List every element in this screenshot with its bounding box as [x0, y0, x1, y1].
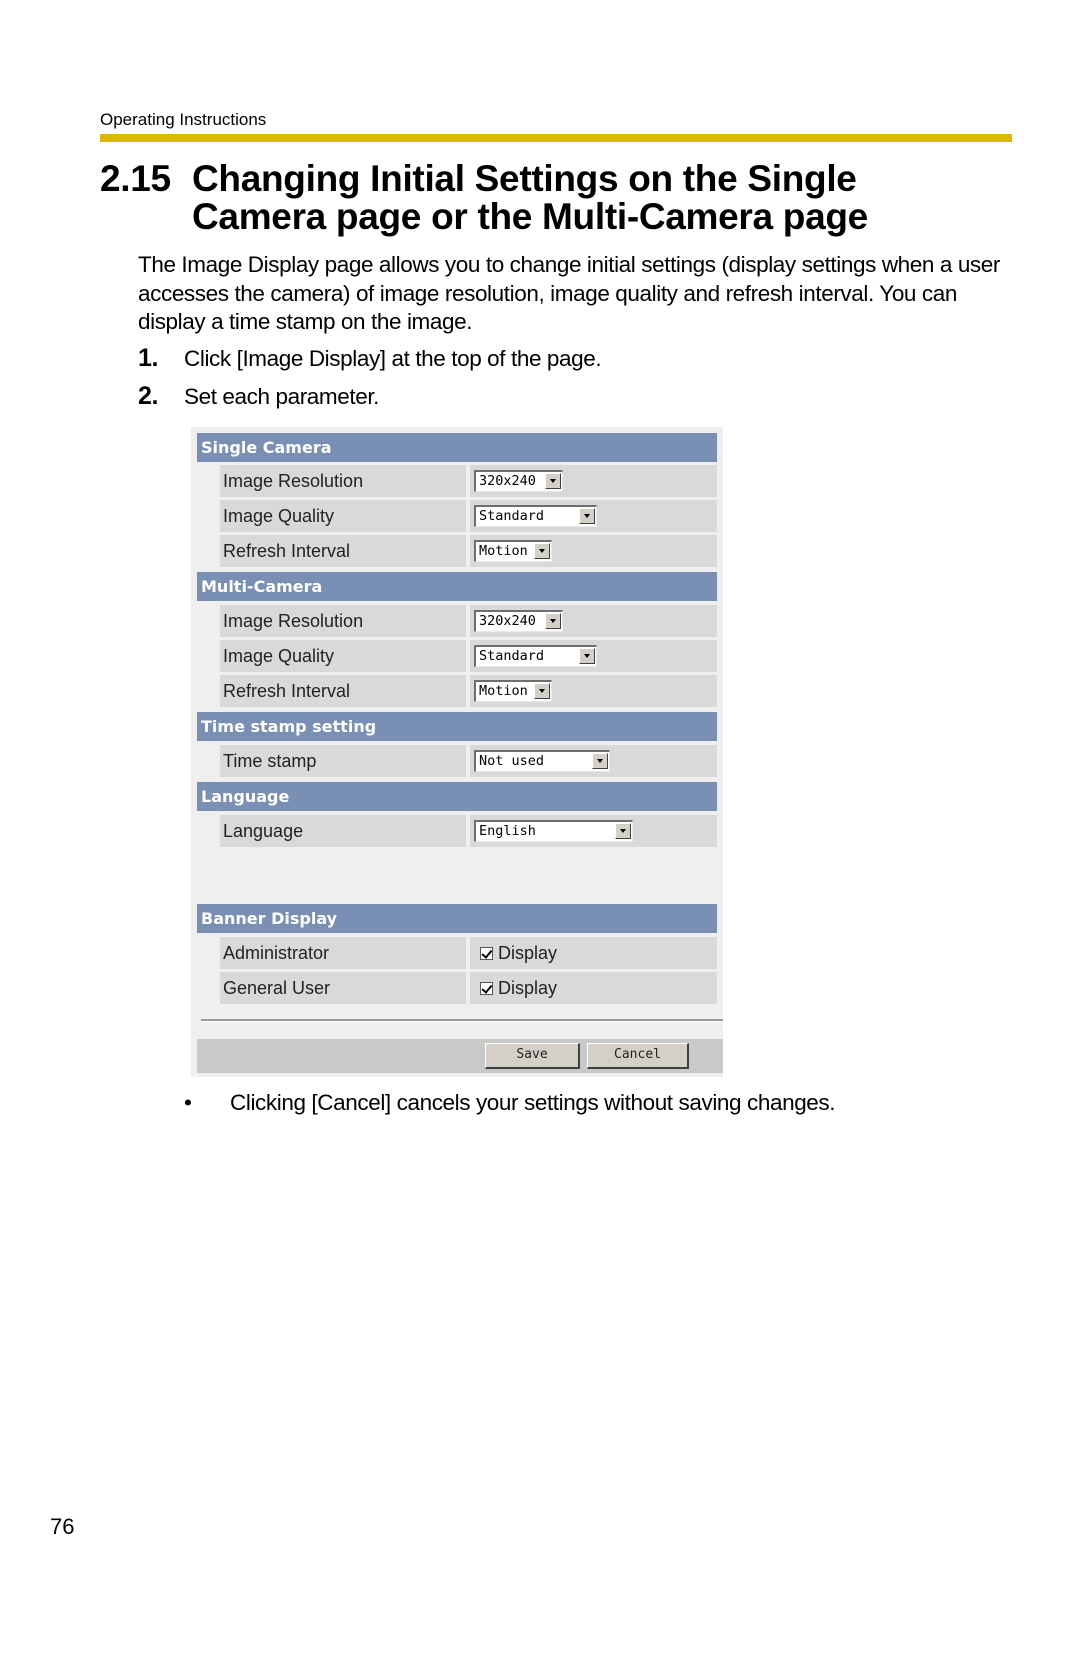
row-single-refresh-interval: Refresh Interval Motion — [220, 535, 717, 567]
field-label: Refresh Interval — [220, 535, 466, 567]
cancel-button[interactable]: Cancel — [587, 1043, 689, 1069]
multi-image-quality-select[interactable]: Standard — [474, 645, 597, 667]
row-multi-image-resolution: Image Resolution 320x240 — [220, 605, 717, 637]
section-header-single-camera: Single Camera — [197, 433, 717, 462]
save-button[interactable]: Save — [485, 1043, 580, 1069]
field-label: Language — [220, 815, 466, 847]
step-number: 2. — [138, 382, 159, 410]
field-label: Refresh Interval — [220, 675, 466, 707]
chevron-down-icon[interactable] — [579, 648, 595, 664]
step-number: 1. — [138, 344, 159, 372]
select-value: Motion — [479, 543, 528, 559]
chevron-down-icon[interactable] — [615, 823, 631, 839]
form-divider — [201, 1019, 723, 1022]
header-accent-bar — [100, 134, 1012, 142]
chevron-down-icon[interactable] — [534, 683, 550, 699]
section-title-line-1: Changing Initial Settings on the Single — [192, 158, 857, 199]
select-value: Motion — [479, 683, 528, 699]
step-text: Set each parameter. — [184, 384, 380, 409]
settings-screenshot-panel: Single Camera Image Resolution 320x240 I… — [191, 427, 723, 1077]
multi-refresh-interval-select[interactable]: Motion — [474, 680, 552, 702]
section-header-multi-camera: Multi-Camera — [197, 572, 717, 601]
checkbox-checked-icon[interactable] — [480, 947, 493, 960]
checkbox-label: Display — [498, 943, 558, 963]
section-number: 2.15 — [100, 158, 171, 199]
select-value: Standard — [479, 508, 545, 524]
row-single-image-resolution: Image Resolution 320x240 — [220, 465, 717, 497]
single-image-quality-select[interactable]: Standard — [474, 505, 597, 527]
section-header-language: Language — [197, 782, 717, 811]
field-label: Image Resolution — [220, 605, 466, 637]
row-banner-administrator: Administrator Display — [220, 937, 717, 969]
chevron-down-icon[interactable] — [579, 508, 595, 524]
running-head: Operating Instructions — [100, 110, 267, 129]
row-multi-refresh-interval: Refresh Interval Motion — [220, 675, 717, 707]
select-value: Standard — [479, 648, 545, 664]
note-text: Clicking [Cancel] cancels your settings … — [230, 1090, 836, 1115]
field-label: Image Quality — [220, 500, 466, 532]
select-value: Not used — [479, 753, 545, 769]
row-single-image-quality: Image Quality Standard — [220, 500, 717, 532]
section-header-time-stamp: Time stamp setting — [197, 712, 717, 741]
step-2: 2. Set each parameter. — [138, 382, 379, 411]
select-value: 320x240 — [479, 473, 536, 489]
section-title-line-2: Camera page or the Multi-Camera page — [192, 196, 868, 237]
step-text: Click [Image Display] at the top of the … — [184, 346, 602, 371]
note-bullet-item: • Clicking [Cancel] cancels your settings… — [184, 1090, 836, 1116]
step-1: 1. Click [Image Display] at the top of th… — [138, 344, 602, 373]
row-language: Language English — [220, 815, 717, 847]
row-banner-general-user: General User Display — [220, 972, 717, 1004]
field-label: Image Resolution — [220, 465, 466, 497]
language-select[interactable]: English — [474, 820, 633, 842]
multi-image-resolution-select[interactable]: 320x240 — [474, 610, 563, 632]
chevron-down-icon[interactable] — [545, 613, 561, 629]
bullet-glyph: • — [184, 1090, 192, 1115]
intro-paragraph: The Image Display page allows you to cha… — [138, 252, 1000, 334]
single-image-resolution-select[interactable]: 320x240 — [474, 470, 563, 492]
section-header-banner-display: Banner Display — [197, 904, 717, 933]
administrator-display-checkbox[interactable]: Display — [480, 943, 557, 963]
general-user-display-checkbox[interactable]: Display — [480, 978, 557, 998]
field-label: Image Quality — [220, 640, 466, 672]
select-value: 320x240 — [479, 613, 536, 629]
chevron-down-icon[interactable] — [545, 473, 561, 489]
checkbox-checked-icon[interactable] — [480, 982, 493, 995]
checkbox-label: Display — [498, 978, 558, 998]
select-value: English — [479, 823, 536, 839]
chevron-down-icon[interactable] — [534, 543, 550, 559]
field-label: Time stamp — [220, 745, 466, 777]
field-label: Administrator — [220, 937, 466, 969]
button-bar: Save Cancel — [197, 1039, 723, 1073]
time-stamp-select[interactable]: Not used — [474, 750, 610, 772]
field-label: General User — [220, 972, 466, 1004]
single-refresh-interval-select[interactable]: Motion — [474, 540, 552, 562]
row-multi-image-quality: Image Quality Standard — [220, 640, 717, 672]
chevron-down-icon[interactable] — [592, 753, 608, 769]
row-time-stamp: Time stamp Not used — [220, 745, 717, 777]
page-number: 76 — [50, 1514, 75, 1539]
